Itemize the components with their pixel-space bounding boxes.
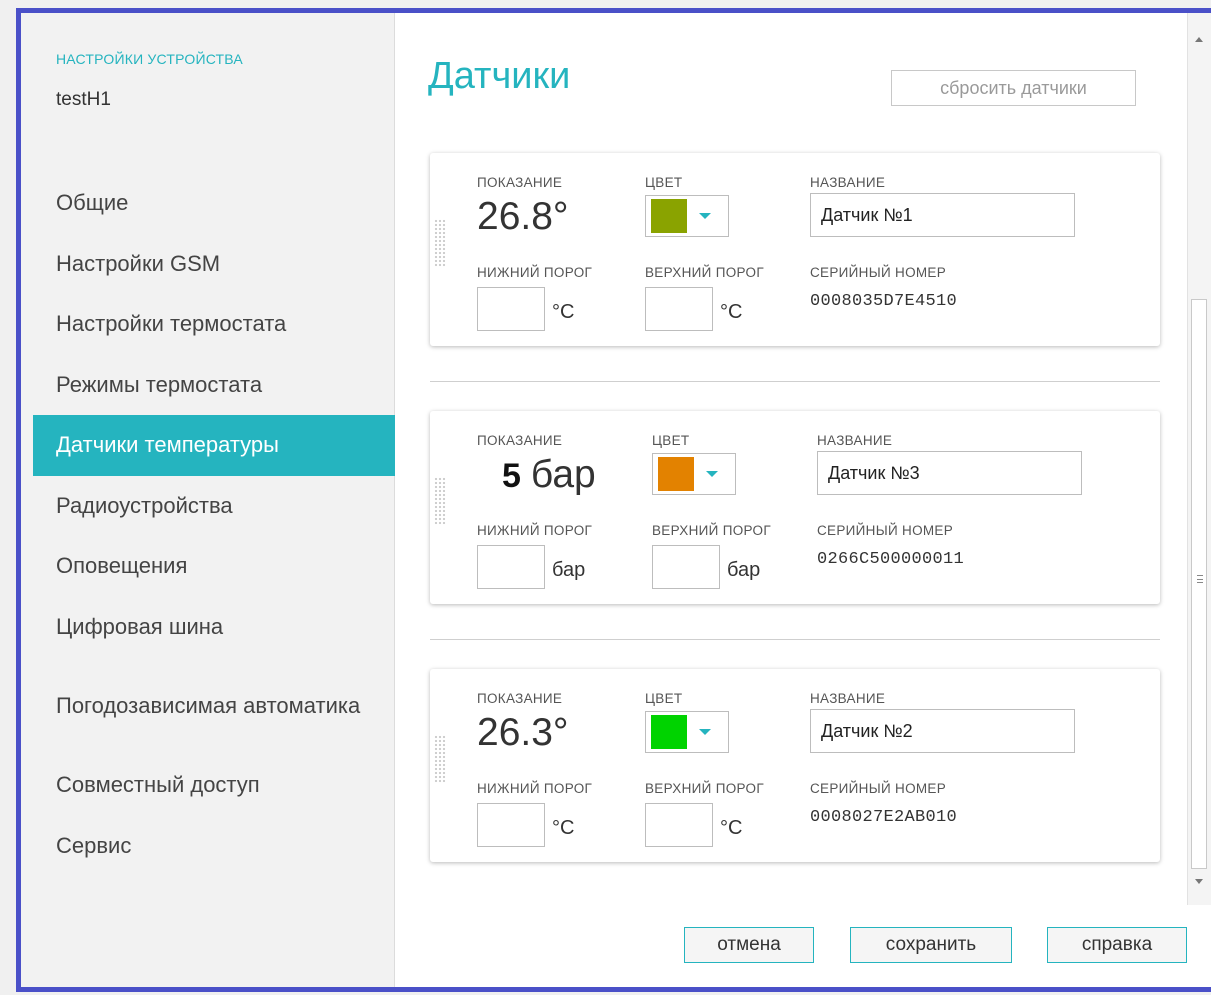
sidebar-nav: Общие Настройки GSM Настройки термостата… (33, 173, 395, 876)
color-label: ЦВЕТ (645, 691, 683, 706)
drag-handle-icon[interactable] (434, 477, 446, 525)
sensor-reading: 26.3° (477, 711, 569, 754)
reading-label: ПОКАЗАНИЕ (477, 433, 563, 448)
sensor-name-input[interactable] (810, 709, 1075, 753)
color-swatch (651, 199, 687, 233)
chevron-down-icon (706, 471, 718, 477)
sensor-card: ПОКАЗАНИЕ ЦВЕТ НАЗВАНИЕ 5бар НИЖНИЙ ПОРО… (430, 411, 1160, 604)
sidebar: НАСТРОЙКИ УСТРОЙСТВА testH1 Общие Настро… (21, 13, 395, 987)
settings-dialog: НАСТРОЙКИ УСТРОЙСТВА testH1 Общие Настро… (16, 8, 1211, 992)
name-label: НАЗВАНИЕ (810, 691, 886, 706)
sidebar-item-service[interactable]: Сервис (33, 816, 395, 877)
divider (430, 639, 1160, 640)
serial-label: СЕРИЙНЫЙ НОМЕР (810, 781, 947, 796)
sensor-card: ПОКАЗАНИЕ ЦВЕТ НАЗВАНИЕ 26.3° НИЖНИЙ ПОР… (430, 669, 1160, 862)
unit-label: °C (552, 301, 575, 323)
device-settings-label: НАСТРОЙКИ УСТРОЙСТВА (56, 51, 243, 67)
reading-label: ПОКАЗАНИЕ (477, 175, 563, 190)
sensor-reading: 5 бар (502, 453, 596, 497)
chevron-down-icon (699, 213, 711, 219)
low-threshold-input[interactable] (477, 545, 545, 589)
sidebar-item-thermostat-settings[interactable]: Настройки термостата (33, 294, 395, 355)
serial-label: СЕРИЙНЫЙ НОМЕР (817, 523, 954, 538)
high-threshold-input[interactable] (645, 287, 713, 331)
low-threshold-input[interactable] (477, 803, 545, 847)
serial-number: 0266C500000011 (817, 550, 965, 569)
reading-label: ПОКАЗАНИЕ (477, 691, 563, 706)
unit-label: °C (720, 817, 743, 839)
low-threshold-label: НИЖНИЙ ПОРОГ (477, 781, 593, 796)
sensor-reading: 26.8° (477, 195, 569, 238)
serial-label: СЕРИЙНЫЙ НОМЕР (810, 265, 947, 280)
color-picker[interactable] (652, 453, 736, 495)
color-swatch (658, 457, 694, 491)
name-label: НАЗВАНИЕ (817, 433, 893, 448)
help-button[interactable]: справка (1047, 927, 1187, 963)
color-picker[interactable] (645, 195, 729, 237)
device-name: testH1 (56, 89, 111, 110)
save-button[interactable]: сохранить (850, 927, 1012, 963)
chevron-down-icon (699, 729, 711, 735)
high-threshold-label: ВЕРХНИЙ ПОРОГ (645, 265, 764, 280)
reading-unit: бар (530, 453, 596, 496)
grip-icon (1197, 575, 1203, 583)
high-threshold-label: ВЕРХНИЙ ПОРОГ (645, 781, 764, 796)
unit-label: бар (727, 559, 761, 581)
high-threshold-label: ВЕРХНИЙ ПОРОГ (652, 523, 771, 538)
sensor-name-input[interactable] (810, 193, 1075, 237)
sensor-card: ПОКАЗАНИЕ ЦВЕТ НАЗВАНИЕ 26.8° НИЖНИЙ ПОР… (430, 153, 1160, 346)
sidebar-item-radio-devices[interactable]: Радиоустройства (33, 476, 395, 537)
drag-handle-icon[interactable] (434, 219, 446, 267)
scroll-thumb[interactable] (1191, 299, 1207, 869)
serial-number: 0008035D7E4510 (810, 292, 958, 311)
cancel-button[interactable]: отмена (684, 927, 814, 963)
unit-label: °C (720, 301, 743, 323)
sidebar-item-digital-bus[interactable]: Цифровая шина (33, 597, 395, 658)
scroll-down-icon[interactable] (1195, 879, 1203, 884)
high-threshold-input[interactable] (645, 803, 713, 847)
sidebar-item-weather-automation[interactable]: Погодозависимая автоматика (33, 657, 395, 755)
sidebar-item-thermostat-modes[interactable]: Режимы термостата (33, 355, 395, 416)
sidebar-item-temperature-sensors[interactable]: Датчики температуры (33, 415, 395, 476)
sidebar-item-gsm[interactable]: Настройки GSM (33, 234, 395, 295)
sidebar-item-shared-access[interactable]: Совместный доступ (33, 755, 395, 816)
low-threshold-label: НИЖНИЙ ПОРОГ (477, 523, 593, 538)
low-threshold-label: НИЖНИЙ ПОРОГ (477, 265, 593, 280)
page-title: Датчики (428, 55, 571, 97)
unit-label: бар (552, 559, 586, 581)
sidebar-item-notifications[interactable]: Оповещения (33, 536, 395, 597)
unit-label: °C (552, 817, 575, 839)
reset-sensors-button[interactable]: сбросить датчики (891, 70, 1136, 106)
drag-handle-icon[interactable] (434, 735, 446, 783)
color-label: ЦВЕТ (645, 175, 683, 190)
sensor-name-input[interactable] (817, 451, 1082, 495)
color-picker[interactable] (645, 711, 729, 753)
reading-value: 5 (502, 457, 521, 495)
low-threshold-input[interactable] (477, 287, 545, 331)
color-swatch (651, 715, 687, 749)
high-threshold-input[interactable] (652, 545, 720, 589)
serial-number: 0008027E2AB010 (810, 808, 958, 827)
divider (430, 381, 1160, 382)
vertical-scrollbar[interactable] (1187, 13, 1211, 905)
scroll-up-icon[interactable] (1195, 37, 1203, 42)
name-label: НАЗВАНИЕ (810, 175, 886, 190)
sidebar-item-general[interactable]: Общие (33, 173, 395, 234)
color-label: ЦВЕТ (652, 433, 690, 448)
main-panel: Датчики сбросить датчики ПОКАЗАНИЕ ЦВЕТ … (396, 13, 1187, 987)
